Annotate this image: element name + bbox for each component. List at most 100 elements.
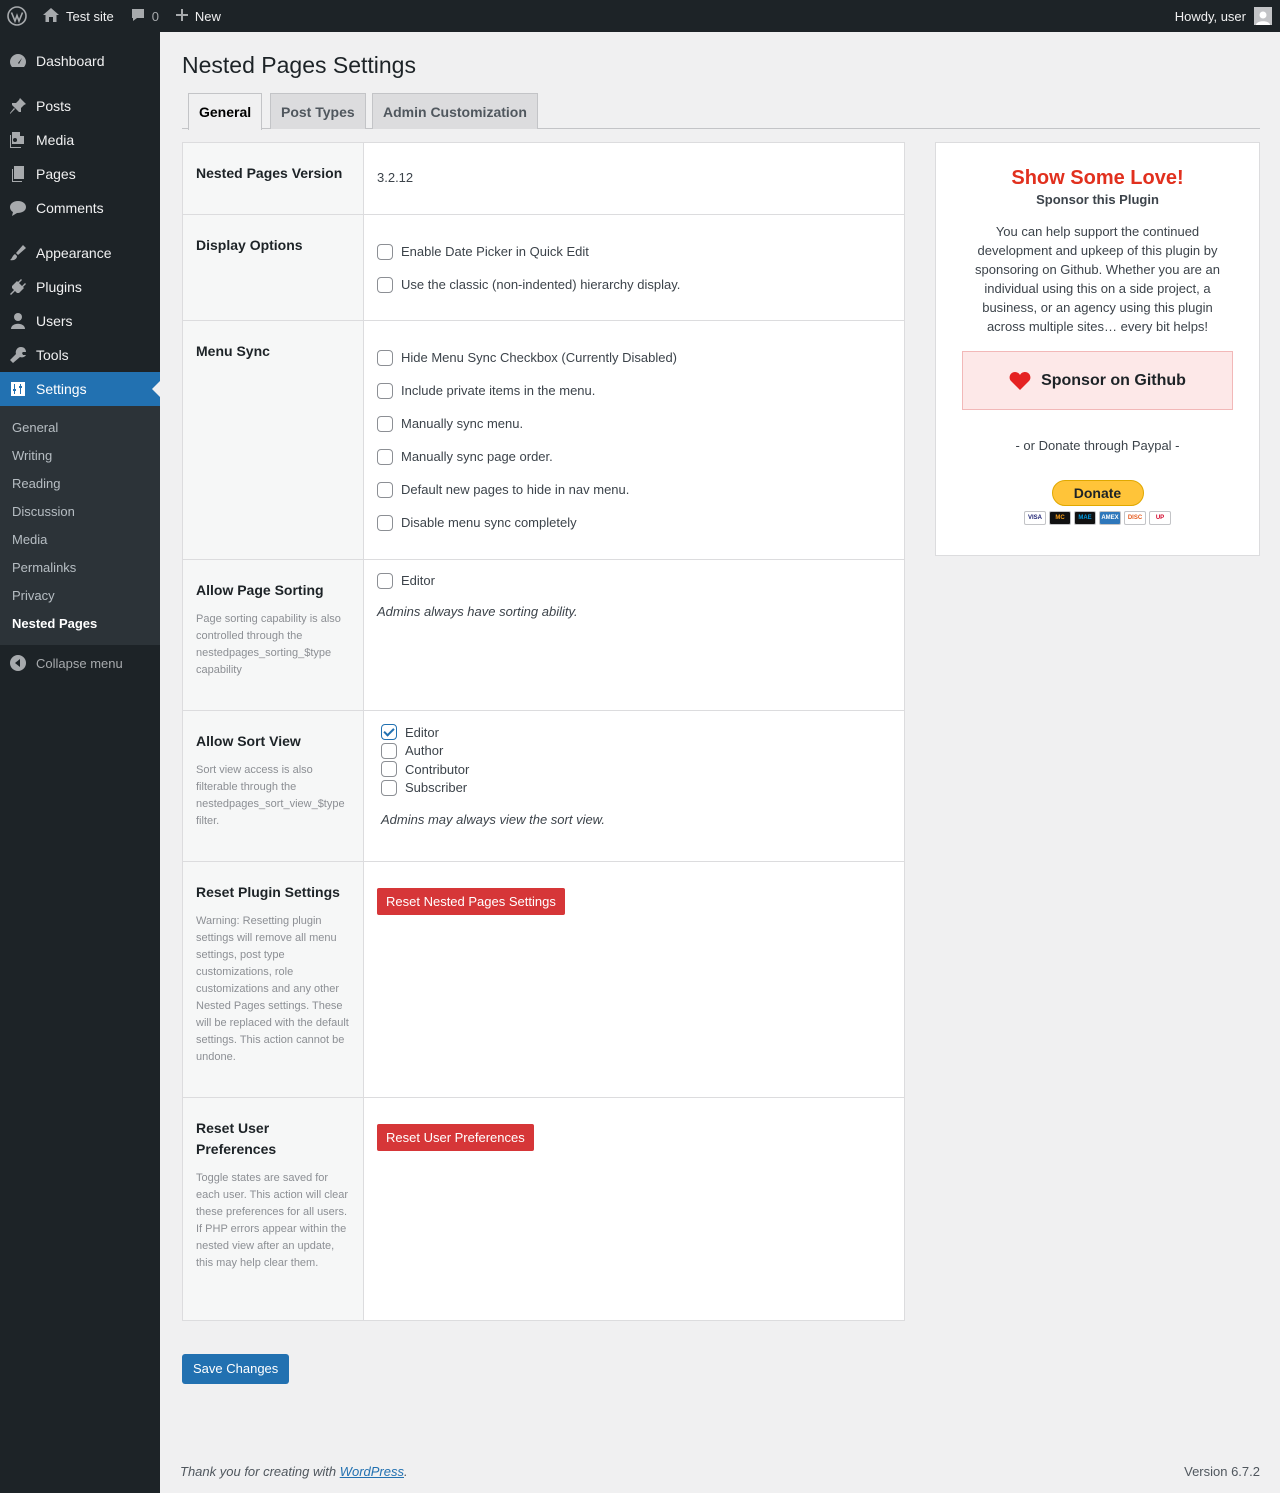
sorting-editor-option[interactable]: Editor (377, 564, 891, 597)
classic-hierarchy-option[interactable]: Use the classic (non-indented) hierarchy… (377, 268, 891, 301)
reset-preferences-button[interactable]: Reset User Preferences (377, 1124, 534, 1151)
row-label: Menu Sync (196, 343, 270, 359)
row-sort-view: Allow Sort View Sort view access is also… (183, 711, 904, 862)
row-description: Page sorting capability is also controll… (196, 613, 341, 676)
wordpress-link[interactable]: WordPress (340, 1464, 404, 1479)
tab-admin-customization[interactable]: Admin Customization (372, 93, 538, 129)
mastercard-icon: MC (1049, 511, 1071, 525)
sorting-note: Admins always have sorting ability. (377, 604, 578, 619)
paypal-donate-button[interactable]: Donate (1051, 480, 1144, 506)
pages-icon (8, 165, 28, 183)
amex-card-icon: AMEX (1099, 511, 1121, 525)
menu-item-dashboard[interactable]: Dashboard (0, 44, 160, 78)
sort-view-note: Admins may always view the sort view. (381, 812, 605, 827)
menu-item-plugins[interactable]: Plugins (0, 270, 160, 304)
comments-link[interactable]: 0 (122, 0, 167, 32)
maestro-card-icon: MAE (1074, 511, 1096, 525)
footer-thanks: Thank you for creating with WordPress. (180, 1464, 408, 1479)
submenu-item-media[interactable]: Media (0, 525, 160, 553)
sponsor-title: Show Some Love! (1011, 167, 1184, 189)
menu-item-pages[interactable]: Pages (0, 157, 160, 191)
collapse-menu-button[interactable]: Collapse menu (0, 646, 160, 680)
menu-item-settings[interactable]: Settings (0, 372, 160, 406)
checkbox[interactable] (377, 276, 393, 293)
site-name-link[interactable]: Test site (34, 0, 122, 32)
checkbox[interactable] (381, 761, 397, 778)
checkbox[interactable] (377, 243, 393, 260)
checkbox-checked[interactable] (381, 724, 397, 741)
sponsor-box: Show Some Love! Sponsor this Plugin You … (935, 142, 1260, 556)
checkbox[interactable] (377, 572, 393, 589)
paypal-text: - or Donate through Paypal - (1015, 438, 1180, 453)
submenu-item-reading[interactable]: Reading (0, 469, 160, 497)
menu-label: Plugins (36, 279, 82, 295)
save-changes-button[interactable]: Save Changes (182, 1354, 290, 1384)
checkbox[interactable] (377, 349, 393, 366)
howdy-text: Howdy, user (1174, 8, 1246, 24)
submenu-item-discussion[interactable]: Discussion (0, 497, 160, 525)
page-title: Nested Pages Settings (182, 52, 416, 78)
hide-menu-sync-option[interactable]: Hide Menu Sync Checkbox (Currently Disab… (377, 341, 891, 374)
dashboard-icon (8, 52, 28, 70)
settings-icon (8, 380, 28, 398)
menu-label: Settings (36, 381, 87, 397)
collapse-label: Collapse menu (36, 655, 123, 671)
wrench-icon (8, 346, 28, 364)
menu-label: Users (36, 313, 73, 329)
sponsor-subtitle: Sponsor this Plugin (1036, 192, 1159, 207)
submenu-item-permalinks[interactable]: Permalinks (0, 553, 160, 581)
row-label: Display Options (196, 237, 303, 253)
row-version: Nested Pages Version 3.2.12 (183, 143, 904, 215)
menu-item-tools[interactable]: Tools (0, 338, 160, 372)
version-value: 3.2.12 (377, 170, 414, 185)
manual-sync-order-option[interactable]: Manually sync page order. (377, 440, 891, 473)
submenu-item-nested-pages[interactable]: Nested Pages (0, 609, 160, 637)
new-content-link[interactable]: New (167, 0, 229, 32)
new-label: New (194, 8, 221, 24)
checkbox[interactable] (377, 481, 393, 498)
wordpress-logo-icon[interactable] (0, 0, 34, 32)
discover-card-icon: DISC (1124, 511, 1146, 525)
disable-menu-sync-option[interactable]: Disable menu sync completely (377, 506, 891, 539)
menu-item-users[interactable]: Users (0, 304, 160, 338)
menu-item-comments[interactable]: Comments (0, 191, 160, 225)
row-page-sorting: Allow Page Sorting Page sorting capabili… (183, 560, 904, 711)
submenu-item-privacy[interactable]: Privacy (0, 581, 160, 609)
checkbox[interactable] (381, 779, 397, 796)
manual-sync-menu-option[interactable]: Manually sync menu. (377, 407, 891, 440)
comment-icon (8, 199, 28, 217)
submenu-item-writing[interactable]: Writing (0, 441, 160, 469)
settings-tabs: General Post Types Admin Customization (182, 93, 1260, 130)
sort-view-editor-option[interactable]: Editor (381, 723, 887, 742)
checkbox[interactable] (377, 415, 393, 432)
checkbox[interactable] (377, 382, 393, 399)
tab-general[interactable]: General (188, 93, 263, 130)
row-description: Sort view access is also filterable thro… (196, 764, 345, 827)
menu-item-appearance[interactable]: Appearance (0, 236, 160, 270)
menu-label: Comments (36, 200, 104, 216)
heart-icon (1009, 371, 1031, 390)
hide-new-pages-option[interactable]: Default new pages to hide in nav menu. (377, 473, 891, 506)
row-reset-user: Reset User Preferences Toggle states are… (183, 1098, 904, 1320)
row-display-options: Display Options Enable Date Picker in Qu… (183, 215, 904, 321)
date-picker-option[interactable]: Enable Date Picker in Quick Edit (377, 235, 891, 268)
admin-sidebar: Dashboard Posts Media Pages Comments App… (0, 32, 160, 1493)
checkbox[interactable] (377, 514, 393, 531)
row-label: Reset User Preferences (196, 1120, 277, 1157)
site-name: Test site (66, 8, 114, 24)
sort-view-author-option[interactable]: Author (381, 742, 887, 761)
sponsor-github-button[interactable]: Sponsor on Github (962, 351, 1233, 410)
tab-post-types[interactable]: Post Types (270, 93, 366, 129)
avatar (1254, 7, 1272, 25)
menu-item-posts[interactable]: Posts (0, 89, 160, 123)
checkbox[interactable] (381, 742, 397, 759)
submenu-item-general[interactable]: General (0, 413, 160, 441)
my-account-link[interactable]: Howdy, user (1167, 0, 1280, 32)
checkbox[interactable] (377, 448, 393, 465)
reset-settings-button[interactable]: Reset Nested Pages Settings (377, 888, 565, 915)
user-icon (8, 312, 28, 330)
sort-view-contributor-option[interactable]: Contributor (381, 760, 887, 779)
sort-view-subscriber-option[interactable]: Subscriber (381, 779, 887, 798)
include-private-option[interactable]: Include private items in the menu. (377, 374, 891, 407)
menu-item-media[interactable]: Media (0, 123, 160, 157)
